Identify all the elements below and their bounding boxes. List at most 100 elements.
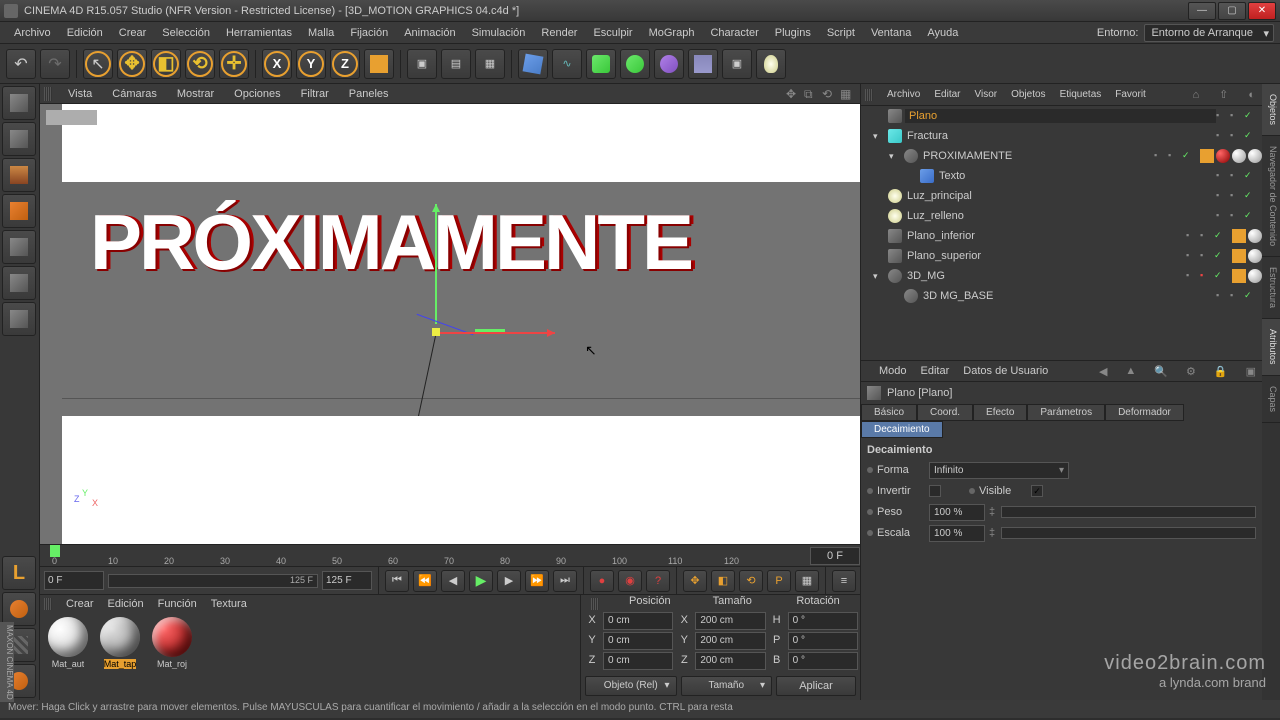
gizmo-y-axis[interactable] [435, 204, 437, 324]
expand-icon[interactable]: ▾ [889, 151, 901, 162]
eye-icon[interactable]: ◐ [1248, 89, 1255, 101]
obj-menu-visor[interactable]: Visor [974, 89, 997, 100]
timeline-button[interactable]: ≡ [832, 570, 856, 592]
tab-deformador[interactable]: Deformador [1105, 404, 1184, 421]
tag-icon[interactable] [1232, 229, 1246, 243]
obj-menu-etiquetas[interactable]: Etiquetas [1060, 89, 1102, 100]
z-axis-lock[interactable]: Z [330, 49, 360, 79]
enable-axis[interactable]: L [2, 556, 36, 590]
editor-vis-toggle[interactable]: ▪ [1186, 270, 1198, 282]
object-name[interactable]: Plano_superior [905, 250, 1186, 262]
object-name[interactable]: Luz_relleno [905, 210, 1216, 222]
object-name[interactable]: PROXIMAMENTE [921, 150, 1154, 162]
search-nav-icon[interactable]: ⇧ [1219, 88, 1228, 101]
prev-frame-button[interactable]: ◀ [441, 570, 465, 592]
menu-ventana[interactable]: Ventana [863, 24, 919, 42]
view-vista[interactable]: Vista [58, 86, 102, 102]
gizmo-x-axis[interactable] [435, 332, 555, 334]
render-vis-toggle[interactable]: ▪ [1168, 150, 1180, 162]
material-tag[interactable] [1216, 149, 1230, 163]
tree-row[interactable]: ▾ 3D_MG ▪ ▪ ✓ [861, 266, 1262, 286]
visible-checkbox[interactable]: ✓ [1031, 485, 1043, 497]
attr-menu-datos[interactable]: Datos de Usuario [963, 365, 1048, 377]
enable-toggle[interactable]: ✓ [1244, 290, 1256, 302]
menu-render[interactable]: Render [533, 24, 585, 42]
new-icon[interactable]: ▣ [1246, 365, 1256, 378]
tab-decaimiento[interactable]: Decaimiento [861, 421, 943, 438]
object-name[interactable]: Texto [937, 170, 1216, 182]
move-tool[interactable]: ✥ [117, 49, 147, 79]
minimize-button[interactable]: — [1188, 2, 1216, 20]
expand-icon[interactable]: ▾ [873, 271, 885, 282]
range-slider[interactable]: 125 F [108, 574, 318, 588]
object-name[interactable]: 3D_MG [905, 270, 1186, 282]
peso-slider[interactable] [1001, 506, 1256, 518]
rot-field[interactable]: 0 ° [788, 612, 858, 630]
next-frame-button[interactable]: ▶ [497, 570, 521, 592]
menu-seleccion[interactable]: Selección [154, 24, 218, 42]
escala-slider[interactable] [1001, 527, 1256, 539]
render-vis-toggle[interactable]: ▪ [1200, 270, 1212, 282]
mat-menu-edicion[interactable]: Edición [108, 598, 144, 610]
spline-tool[interactable]: ∿ [552, 49, 582, 79]
search-icon[interactable]: 🔍 [1154, 365, 1168, 378]
size-field[interactable]: 200 cm [695, 632, 765, 650]
lock2-icon[interactable]: 🔒 [1214, 365, 1228, 378]
invertir-checkbox[interactable] [929, 485, 941, 497]
nav-back-icon[interactable]: ◀ [1099, 365, 1107, 378]
edge-mode[interactable] [2, 266, 36, 300]
gizmo-plane[interactable] [475, 329, 505, 332]
coord-system[interactable] [364, 49, 394, 79]
tree-row[interactable]: 3D MG_BASE ▪ ▪ ✓ [861, 286, 1262, 306]
menu-crear[interactable]: Crear [111, 24, 155, 42]
forma-select[interactable]: Infinito [929, 462, 1069, 479]
next-key-button[interactable]: ⏩ [525, 570, 549, 592]
render-vis-toggle[interactable]: ▪ [1230, 210, 1242, 222]
expand-icon[interactable]: ▾ [873, 131, 885, 142]
render-pv[interactable]: ▤ [441, 49, 471, 79]
recent-tool[interactable]: ✛ [219, 49, 249, 79]
primitive-cube[interactable] [518, 49, 548, 79]
total-frames-field[interactable]: 125 F [322, 571, 372, 590]
material-item[interactable]: Mat_aut [44, 617, 92, 696]
coord-mode-select[interactable]: Objeto (Rel) [585, 676, 677, 696]
tab-parametros[interactable]: Parámetros [1027, 404, 1105, 421]
view-filtrar[interactable]: Filtrar [291, 86, 339, 102]
snap-tool[interactable] [2, 592, 36, 626]
goto-end-button[interactable]: ⏭ [553, 570, 577, 592]
menu-herramientas[interactable]: Herramientas [218, 24, 300, 42]
render-view[interactable]: ▣ [407, 49, 437, 79]
poly-mode[interactable] [2, 302, 36, 336]
gizmo-origin[interactable] [432, 328, 440, 336]
size-field[interactable]: 200 cm [695, 652, 765, 670]
tree-row[interactable]: Plano_inferior ▪ ▪ ✓ [861, 226, 1262, 246]
tree-row[interactable]: ▾ Fractura ▪ ▪ ✓ [861, 126, 1262, 146]
tab-efecto[interactable]: Efecto [973, 404, 1027, 421]
render-vis-toggle[interactable]: ▪ [1200, 230, 1212, 242]
tab-coord[interactable]: Coord. [917, 404, 973, 421]
lock-icon[interactable]: ⚙ [1186, 365, 1196, 378]
y-axis-lock[interactable]: Y [296, 49, 326, 79]
menu-animacion[interactable]: Animación [396, 24, 463, 42]
enable-toggle[interactable]: ✓ [1244, 190, 1256, 202]
key-param-button[interactable]: P [767, 570, 791, 592]
select-tool[interactable]: ↖ [83, 49, 113, 79]
nav-rotate-icon[interactable]: ⟲ [822, 87, 836, 101]
view-mostrar[interactable]: Mostrar [167, 86, 224, 102]
enable-toggle[interactable]: ✓ [1244, 110, 1256, 122]
obj-menu-objetos[interactable]: Objetos [1011, 89, 1045, 100]
key-rot-button[interactable]: ⟲ [739, 570, 763, 592]
material-item[interactable]: Mat_roj [148, 617, 196, 696]
editor-vis-toggle[interactable]: ▪ [1186, 250, 1198, 262]
current-frame-field[interactable]: 0 F [44, 571, 104, 590]
tree-row[interactable]: Plano ▪ ▪ ✓ [861, 106, 1262, 126]
editor-vis-toggle[interactable]: ▪ [1186, 230, 1198, 242]
mat-menu-funcion[interactable]: Función [158, 598, 197, 610]
tag-icon[interactable] [1232, 269, 1246, 283]
texture-mode[interactable] [2, 158, 36, 192]
rtab-estructura[interactable]: Estructura [1262, 257, 1280, 319]
redo-button[interactable]: ↷ [40, 49, 70, 79]
material-tag[interactable] [1248, 269, 1262, 283]
nav-toggle-icon[interactable]: ▦ [840, 87, 854, 101]
menu-simulacion[interactable]: Simulación [464, 24, 534, 42]
